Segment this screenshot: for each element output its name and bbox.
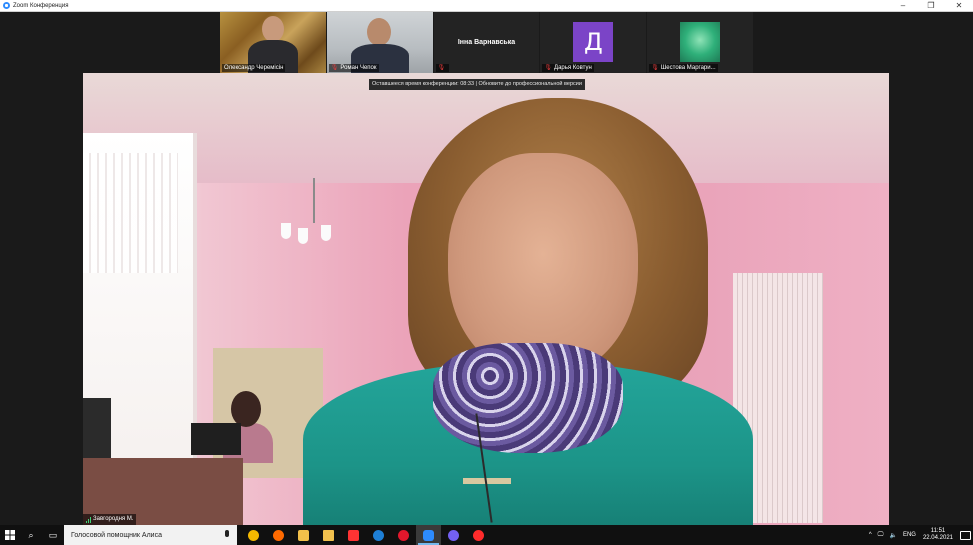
windows-logo-icon xyxy=(5,530,15,540)
window-controls: – ❐ ✕ xyxy=(889,0,973,11)
window-title-bar: Zoom Конференция – ❐ ✕ xyxy=(0,0,973,12)
participant-mute-label: 🎙 xyxy=(435,64,450,72)
video-curtain xyxy=(83,153,178,273)
muted-mic-icon: 🎙 xyxy=(437,65,446,71)
participant-profile-photo xyxy=(680,22,721,62)
maximize-button[interactable]: ❐ xyxy=(917,0,945,11)
participant-video xyxy=(262,16,284,42)
microphone-icon[interactable] xyxy=(225,530,229,537)
participant-name-large: Інна Варнавська xyxy=(457,39,516,46)
taskbar-app-firefox[interactable] xyxy=(266,525,291,545)
muted-mic-icon: 🎙 xyxy=(651,65,659,71)
participant-tile[interactable]: 🎙 Роман Чепок xyxy=(326,12,433,73)
close-button[interactable]: ✕ xyxy=(945,0,973,11)
system-tray: ^ 🖵 🔈 ENG 11:51 22.04.2021 xyxy=(866,525,973,545)
participant-tile[interactable]: Інна Варнавська 🎙 xyxy=(433,12,540,73)
yandex-disk-icon xyxy=(248,529,259,541)
clock-time: 11:51 xyxy=(930,528,946,534)
participant-tile[interactable]: Д 🎙 Дарья Ковтун xyxy=(540,12,647,73)
yandex-browser-icon xyxy=(348,529,359,541)
participant-tile[interactable]: Олександр Черемісін xyxy=(220,12,326,73)
participant-tile[interactable]: 🎙 Шестова Маргари... xyxy=(647,12,753,73)
task-view-icon[interactable]: ▭ xyxy=(42,525,64,545)
taskbar-app-store[interactable] xyxy=(291,525,316,545)
chevron-up-icon[interactable]: ^ xyxy=(869,532,872,538)
video-background-person-head xyxy=(231,391,261,427)
active-speaker-video[interactable] xyxy=(83,73,889,525)
notification-icon xyxy=(959,530,971,540)
firefox-icon xyxy=(273,529,284,541)
edge-icon xyxy=(373,529,384,541)
zoom-app-icon xyxy=(3,2,10,9)
participant-name: Роман Чепок xyxy=(340,65,377,71)
video-laptop xyxy=(191,423,241,455)
participant-strip: Олександр Черемісін 🎙 Роман Чепок Інна Ва… xyxy=(220,12,753,73)
time-remaining-banner[interactable]: Оставшееся время конференции: 08:33 | Об… xyxy=(369,79,585,90)
search-box[interactable]: Голосовой помощник Алиса xyxy=(64,525,237,545)
volume-icon[interactable]: 🔈 xyxy=(889,532,896,539)
lamp-shade xyxy=(321,225,331,241)
lamp-shade xyxy=(281,223,291,239)
participant-name: Олександр Черемісін xyxy=(222,64,286,72)
taskbar-app-opera[interactable] xyxy=(391,525,416,545)
participant-name-label: 🎙 Роман Чепок xyxy=(328,64,379,72)
notifications-button[interactable] xyxy=(957,525,973,545)
video-monitor xyxy=(83,398,111,458)
participant-name-label: 🎙 Дарья Ковтун xyxy=(542,64,594,72)
store-icon xyxy=(298,529,309,541)
network-icon[interactable]: 🖵 xyxy=(878,532,884,539)
yandex-icon xyxy=(473,529,484,541)
active-speaker-label: Завгородня М. xyxy=(83,514,137,525)
language-indicator[interactable]: ENG xyxy=(903,532,916,538)
taskbar-app-zoom[interactable] xyxy=(416,525,441,545)
muted-mic-icon: 🎙 xyxy=(544,65,553,71)
zoom-icon xyxy=(423,529,434,541)
taskbar-apps xyxy=(241,525,491,545)
minimize-button[interactable]: – xyxy=(889,0,917,11)
viber-icon xyxy=(448,529,459,541)
participant-name: Шестова Маргари... xyxy=(660,65,716,71)
lamp-shade xyxy=(298,228,308,244)
participant-avatar: Д xyxy=(573,22,614,62)
presenter-scarf xyxy=(433,343,623,453)
opera-icon xyxy=(398,529,409,541)
participant-video xyxy=(366,18,391,46)
clock[interactable]: 11:51 22.04.2021 xyxy=(923,528,953,542)
participant-name-label: 🎙 Шестова Маргари... xyxy=(649,64,718,72)
muted-mic-icon: 🎙 xyxy=(330,65,339,71)
clock-date: 22.04.2021 xyxy=(922,535,953,541)
folder-icon xyxy=(323,529,334,541)
taskbar-app-viber[interactable] xyxy=(441,525,466,545)
active-speaker-name: Завгородня М. xyxy=(93,516,134,522)
taskbar-app-yandex-disk[interactable] xyxy=(241,525,266,545)
taskbar-app-yandex[interactable] xyxy=(466,525,491,545)
window-title: Zoom Конференция xyxy=(13,2,69,9)
taskbar-app-explorer[interactable] xyxy=(316,525,341,545)
windows-taskbar: ⌕ ▭ Голосовой помощник Алиса ^ 🖵 🔈 ENG 1… xyxy=(0,525,973,545)
search-box-text: Голосовой помощник Алиса xyxy=(71,531,162,539)
search-icon[interactable]: ⌕ xyxy=(20,525,42,545)
taskbar-app-yandex-browser[interactable] xyxy=(341,525,366,545)
participant-name: Дарья Ковтун xyxy=(554,65,592,71)
audio-level-icon xyxy=(86,516,91,523)
start-button[interactable] xyxy=(0,525,20,545)
taskbar-app-edge[interactable] xyxy=(366,525,391,545)
lamp-cord xyxy=(313,178,315,223)
